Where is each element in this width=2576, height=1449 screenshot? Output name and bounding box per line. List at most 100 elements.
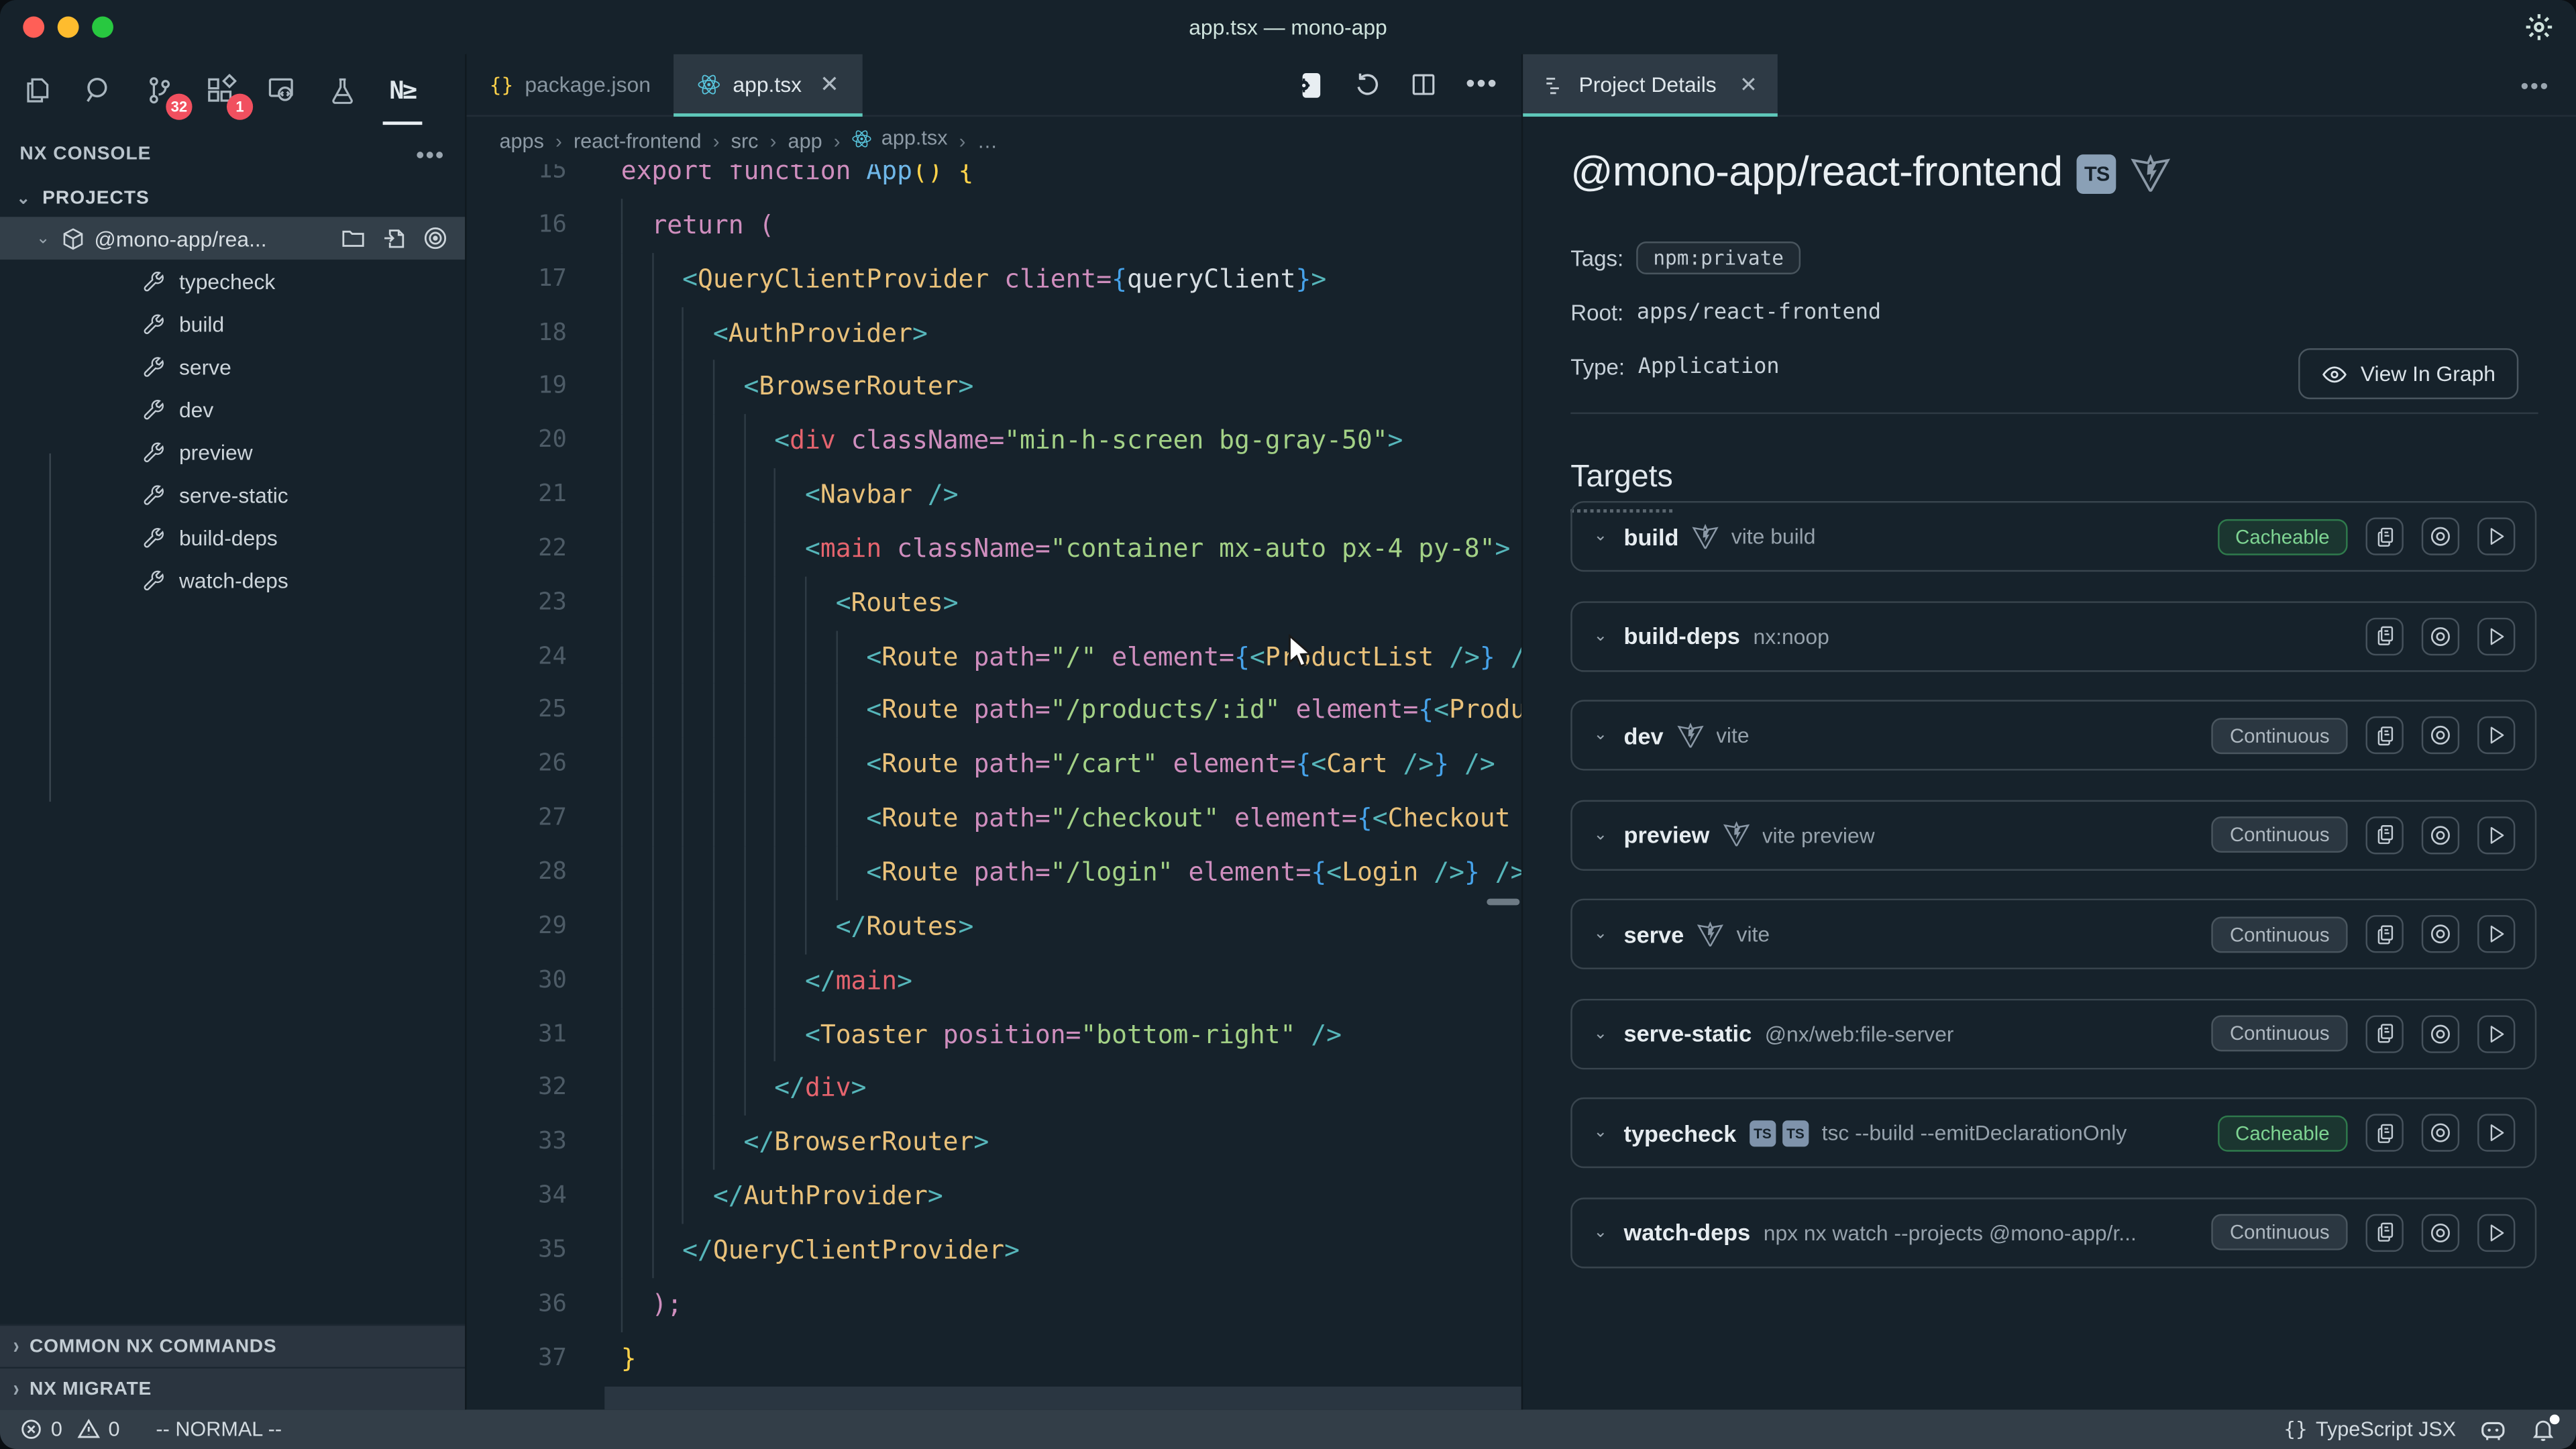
zoom-window-button[interactable] xyxy=(92,16,113,38)
close-window-button[interactable] xyxy=(23,16,44,38)
line-number: 17 xyxy=(467,252,567,306)
activity-item-explorer-icon[interactable] xyxy=(16,66,59,115)
run-task-button[interactable] xyxy=(2477,1114,2515,1151)
breadcrumb-item[interactable]: react-frontend xyxy=(574,129,702,152)
sidebar-target-serve[interactable]: serve xyxy=(0,345,465,388)
copy-task-button[interactable] xyxy=(2366,1114,2404,1151)
inspect-task-button[interactable] xyxy=(2422,1214,2459,1251)
sidebar-target-build[interactable]: build xyxy=(0,303,465,345)
target-card-serve-static[interactable]: ⌄serve-static@nx/web:file-serverContinuo… xyxy=(1570,998,2536,1069)
sidebar-target-watch-deps[interactable]: watch-deps xyxy=(0,559,465,602)
react-icon xyxy=(697,72,722,97)
activity-item-extensions-icon[interactable]: 1 xyxy=(199,66,241,115)
language-mode[interactable]: {} TypeScript JSX xyxy=(2284,1417,2456,1440)
breadcrumb-item[interactable]: src xyxy=(731,129,759,152)
target-icon[interactable] xyxy=(422,225,448,252)
target-card-dev[interactable]: ⌄devviteContinuous xyxy=(1570,700,2536,770)
wrench-icon xyxy=(142,396,166,421)
sidebar-title: NX CONSOLE xyxy=(19,144,151,163)
activity-item-remote-preview-icon[interactable] xyxy=(260,66,303,115)
target-command: vite build xyxy=(1731,524,1816,549)
code-line-25: 25 <Route path="/products/:id" element={… xyxy=(467,684,1521,738)
settings-gear-icon[interactable] xyxy=(2522,10,2556,44)
copy-task-button[interactable] xyxy=(2366,617,2404,655)
line-number: 28 xyxy=(467,846,567,900)
run-task-button[interactable] xyxy=(2477,716,2515,754)
target-card-watch-deps[interactable]: ⌄watch-depsnpx nx watch --projects @mono… xyxy=(1570,1197,2536,1267)
target-card-serve[interactable]: ⌄serveviteContinuous xyxy=(1570,899,2536,969)
tab-package-json[interactable]: {} package.json xyxy=(467,54,674,115)
copy-task-button[interactable] xyxy=(2366,716,2404,754)
sidebar-target-preview[interactable]: preview xyxy=(0,431,465,474)
project-row[interactable]: ⌄ @mono-app/rea... xyxy=(0,217,465,260)
problems-indicator[interactable]: 0 0 xyxy=(19,1417,119,1440)
sidebar-target-dev[interactable]: dev xyxy=(0,388,465,431)
copy-task-button[interactable] xyxy=(2366,1014,2404,1052)
projects-section-header[interactable]: ⌄ PROJECTS xyxy=(0,180,465,217)
window-title: app.tsx — mono-app xyxy=(1189,15,1387,40)
minimize-window-button[interactable] xyxy=(58,16,79,38)
run-task-button[interactable] xyxy=(2477,915,2515,953)
inspect-task-button[interactable] xyxy=(2422,517,2459,555)
copy-task-button[interactable] xyxy=(2366,816,2404,853)
target-name: dev xyxy=(1624,722,1664,748)
target-card-build[interactable]: ⌄buildvite buildCacheable xyxy=(1570,501,2536,572)
editor-more-actions-icon[interactable]: ••• xyxy=(1466,70,1499,99)
inspect-task-button[interactable] xyxy=(2422,1014,2459,1052)
open-folder-icon[interactable] xyxy=(340,225,366,252)
run-task-button[interactable] xyxy=(2477,1014,2515,1052)
split-editor-icon[interactable] xyxy=(1410,70,1438,99)
breadcrumb-item[interactable]: … xyxy=(977,129,998,152)
tab-app-tsx[interactable]: app.tsx ✕ xyxy=(674,54,862,115)
copy-task-button[interactable] xyxy=(2366,1214,2404,1251)
copy-task-button[interactable] xyxy=(2366,915,2404,953)
code-line-34: 34 </AuthProvider> xyxy=(467,1170,1521,1224)
tab-project-details[interactable]: Project Details ✕ xyxy=(1523,54,1777,115)
breadcrumb-item[interactable]: app.tsx xyxy=(852,127,948,154)
run-task-button[interactable] xyxy=(2477,1214,2515,1251)
run-task-button[interactable] xyxy=(2477,617,2515,655)
inspect-task-button[interactable] xyxy=(2422,1114,2459,1151)
goto-config-file-icon[interactable] xyxy=(381,225,407,252)
run-task-button[interactable] xyxy=(2477,816,2515,853)
notifications-bell-icon[interactable] xyxy=(2530,1416,2556,1442)
target-card-typecheck[interactable]: ⌄typecheckTSTStsc --build --emitDeclarat… xyxy=(1570,1097,2536,1168)
inspect-task-button[interactable] xyxy=(2422,716,2459,754)
copy-task-button[interactable] xyxy=(2366,517,2404,555)
breadcrumb-item[interactable]: apps xyxy=(499,129,543,152)
chevron-down-icon: ⌄ xyxy=(1594,826,1608,844)
run-task-button[interactable] xyxy=(2477,517,2515,555)
activity-item-search-icon[interactable] xyxy=(77,66,120,115)
target-card-preview[interactable]: ⌄previewvite previewContinuous xyxy=(1570,799,2536,869)
view-in-graph-button[interactable]: View In Graph xyxy=(2298,348,2519,399)
close-panel-tab-icon[interactable]: ✕ xyxy=(1739,72,1758,98)
error-count: 0 xyxy=(51,1417,62,1440)
copilot-icon[interactable] xyxy=(2479,1415,2508,1444)
breadcrumb[interactable]: apps›react-frontend›src›app›app.tsx›… xyxy=(467,117,1521,164)
target-card-build-deps[interactable]: ⌄build-depsnx:noop xyxy=(1570,600,2536,671)
refresh-icon[interactable] xyxy=(1354,70,1382,99)
code-editor[interactable]: 15export function App() {16 return (17 <… xyxy=(467,164,1521,1409)
inspect-task-button[interactable] xyxy=(2422,617,2459,655)
open-project-details-icon[interactable] xyxy=(1293,68,1326,101)
panel-more-actions-icon[interactable]: ••• xyxy=(2520,72,2576,98)
activity-item-nx-console-icon[interactable]: N≥ xyxy=(381,66,424,115)
inspect-task-button[interactable] xyxy=(2422,816,2459,853)
vscode-window: app.tsx — mono-app 321N≥ NX CONSOLE ••• … xyxy=(0,0,2576,1449)
vim-mode-indicator[interactable]: -- NORMAL -- xyxy=(156,1417,282,1440)
activity-item-testing-icon[interactable] xyxy=(321,66,364,115)
sidebar-target-build-deps[interactable]: build-deps xyxy=(0,516,465,559)
list-tree-icon xyxy=(1543,73,1566,96)
code-line-15: 15export function App() { xyxy=(467,164,1521,199)
close-tab-icon[interactable]: ✕ xyxy=(820,70,839,99)
breadcrumb-item[interactable]: app xyxy=(788,129,822,152)
nx-migrate-section[interactable]: › NX MIGRATE xyxy=(0,1367,465,1410)
sidebar-target-typecheck[interactable]: typecheck xyxy=(0,260,465,303)
sidebar-more-icon[interactable]: ••• xyxy=(416,140,445,166)
sidebar-target-serve-static[interactable]: serve-static xyxy=(0,473,465,516)
common-nx-commands-section[interactable]: › COMMON NX COMMANDS xyxy=(0,1324,465,1367)
horizontal-scrollbar[interactable] xyxy=(1487,899,1519,906)
activity-item-source-control-icon[interactable]: 32 xyxy=(138,66,181,115)
target-command: tsc --build --emitDeclarationOnly xyxy=(1822,1120,2127,1145)
inspect-task-button[interactable] xyxy=(2422,915,2459,953)
